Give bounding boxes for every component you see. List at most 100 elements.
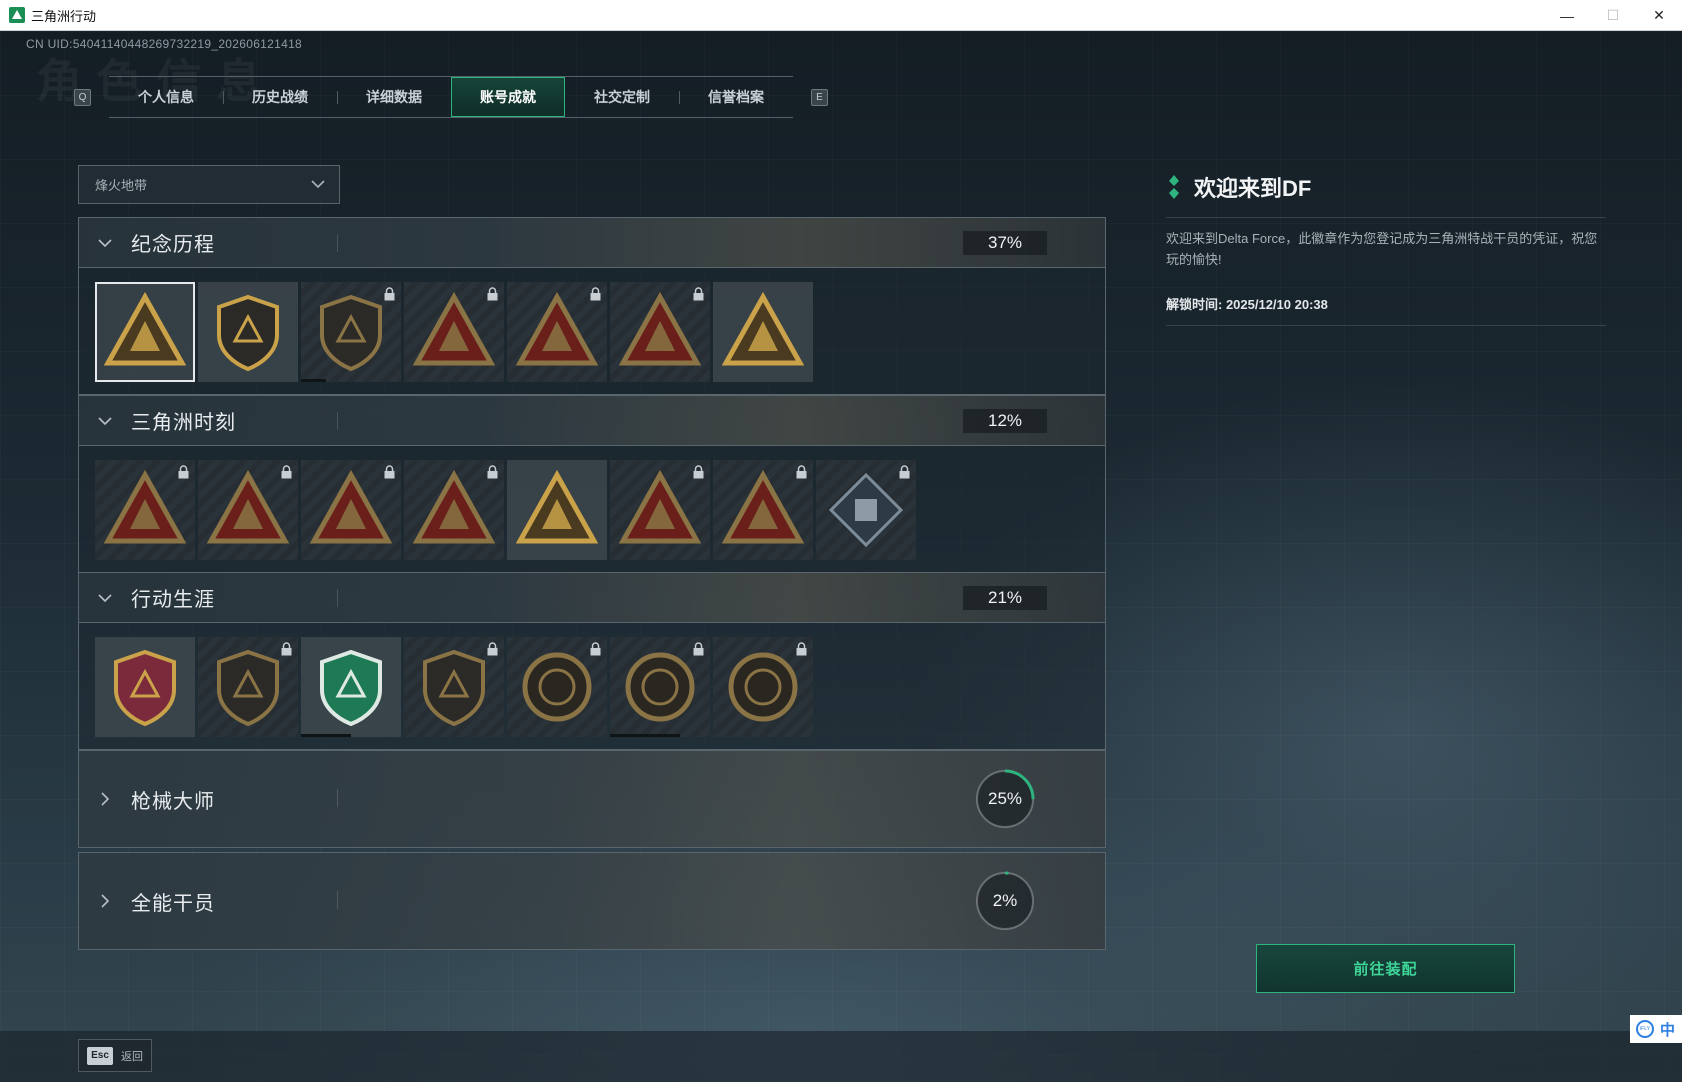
achievement-badge[interactable] — [95, 637, 195, 737]
category-toggle[interactable] — [79, 790, 131, 808]
achievement-badge[interactable] — [713, 460, 813, 560]
achievement-badge[interactable] — [610, 460, 710, 560]
achievement-badge[interactable] — [301, 460, 401, 560]
achievement-category: 纪念历程 37% — [78, 217, 1106, 395]
lock-icon — [281, 642, 292, 656]
lock-icon — [796, 642, 807, 656]
achievement-badge[interactable] — [404, 282, 504, 382]
achievement-category: 枪械大师 25% — [78, 750, 1106, 848]
lock-icon — [590, 287, 601, 301]
achievement-badge[interactable] — [713, 637, 813, 737]
achievement-badge[interactable] — [198, 637, 298, 737]
badge-unlock-time: 解锁时间: 2025/12/10 20:38 — [1166, 297, 1328, 312]
squad-triangle-icon — [516, 469, 598, 544]
bottom-bar — [0, 1031, 1682, 1082]
header-separator — [337, 234, 338, 252]
achievement-badge[interactable] — [301, 282, 401, 382]
shield-emblem-icon — [320, 294, 382, 372]
mode-select-value: 烽火地带 — [95, 178, 148, 193]
category-title: 行动生涯 — [131, 589, 215, 611]
hooded-figure-emblem-icon — [516, 291, 598, 366]
lock-icon — [487, 465, 498, 479]
close-button[interactable]: ✕ — [1636, 0, 1682, 31]
category-header[interactable]: 行动生涯 21% — [79, 573, 1105, 623]
category-title: 全能干员 — [131, 892, 215, 915]
category-percent: 12% — [963, 409, 1047, 433]
achievement-badge[interactable] — [404, 637, 504, 737]
title-bar: 三角洲行动 — ☐ ✕ — [0, 0, 1682, 31]
achievement-badge[interactable] — [507, 460, 607, 560]
gold-delta-emblem-icon — [722, 291, 804, 366]
achievement-badge[interactable] — [816, 460, 916, 560]
category-title: 三角洲时刻 — [131, 412, 236, 434]
tab-strip: 个人信息 历史战绩 详细数据 账号成就 社交定制 信誉档案 — [109, 76, 793, 118]
achievement-badge[interactable] — [610, 282, 710, 382]
badge-progress-bar — [301, 734, 351, 737]
achievement-badge[interactable] — [610, 637, 710, 737]
tab-5[interactable]: 信誉档案 — [679, 77, 793, 117]
tab-2[interactable]: 详细数据 — [337, 77, 451, 117]
badge-row — [79, 623, 1105, 749]
profile-tabs: Q 个人信息 历史战绩 详细数据 账号成就 社交定制 信誉档案 E — [74, 76, 828, 118]
tab-0[interactable]: 个人信息 — [109, 77, 223, 117]
badge-detail-header: 欢迎来到DF — [1166, 171, 1606, 203]
badge-row — [79, 268, 1105, 394]
app-logo-icon — [9, 7, 25, 23]
window-title: 三角洲行动 — [31, 8, 97, 24]
prev-tab-key[interactable]: Q — [74, 88, 91, 106]
green-shield-icon — [320, 649, 382, 727]
achievement-category: 三角洲时刻 12% — [78, 395, 1106, 573]
achievement-badge[interactable] — [95, 460, 195, 560]
chevron-down-icon — [311, 180, 325, 189]
category-header[interactable]: 全能干员 2% — [79, 853, 1105, 949]
iflytek-ime-icon: iFLY — [1636, 1020, 1654, 1038]
category-header[interactable]: 三角洲时刻 12% — [79, 396, 1105, 446]
category-toggle[interactable] — [79, 412, 131, 430]
robot-triangle-icon — [104, 469, 186, 544]
header-separator — [337, 891, 338, 909]
mode-select[interactable]: 烽火地带 — [78, 165, 340, 204]
delta-emblem-icon — [104, 291, 186, 366]
lock-icon — [487, 642, 498, 656]
lock-icon — [796, 465, 807, 479]
chevron-down-icon — [98, 593, 112, 602]
next-tab-key[interactable]: E — [811, 88, 828, 106]
category-header[interactable]: 枪械大师 25% — [79, 751, 1105, 847]
category-toggle[interactable] — [79, 234, 131, 252]
category-toggle[interactable] — [79, 892, 131, 910]
chevron-right-icon — [101, 894, 110, 908]
back-label: 返回 — [121, 1050, 143, 1063]
back-button[interactable]: Esc 返回 — [78, 1039, 152, 1072]
tab-3[interactable]: 账号成就 — [451, 77, 565, 117]
lock-icon — [693, 465, 704, 479]
maximize-button[interactable]: ☐ — [1590, 0, 1636, 31]
soldier-triangle-icon — [207, 469, 289, 544]
badge-detail-title: 欢迎来到DF — [1194, 176, 1312, 201]
diamond-icon — [1169, 175, 1179, 199]
achievement-badge[interactable] — [95, 282, 195, 382]
divider — [1166, 325, 1606, 326]
dark-shield-icon — [217, 649, 279, 727]
achievement-badge[interactable] — [404, 460, 504, 560]
achievement-badge[interactable] — [713, 282, 813, 382]
category-percent: 2% — [992, 891, 1018, 910]
category-percent: 21% — [963, 586, 1047, 610]
achievement-badge[interactable] — [507, 282, 607, 382]
achievement-badge[interactable] — [198, 282, 298, 382]
category-percent: 37% — [963, 231, 1047, 255]
achievement-badge[interactable] — [198, 460, 298, 560]
ime-indicator[interactable]: iFLY 中 — [1630, 1015, 1682, 1043]
achievement-badge[interactable] — [301, 637, 401, 737]
fire-emblem-icon — [413, 291, 495, 366]
achievement-badge[interactable] — [507, 637, 607, 737]
equip-button[interactable]: 前往装配 — [1256, 944, 1515, 993]
tab-1[interactable]: 历史战绩 — [223, 77, 337, 117]
category-header[interactable]: 纪念历程 37% — [79, 218, 1105, 268]
category-toggle[interactable] — [79, 589, 131, 607]
tab-4[interactable]: 社交定制 — [565, 77, 679, 117]
eye-round-icon — [728, 652, 798, 722]
helicopter-emblem-icon — [217, 294, 279, 372]
lock-icon — [899, 465, 910, 479]
minimize-button[interactable]: — — [1544, 0, 1590, 31]
ime-language: 中 — [1660, 1021, 1676, 1039]
